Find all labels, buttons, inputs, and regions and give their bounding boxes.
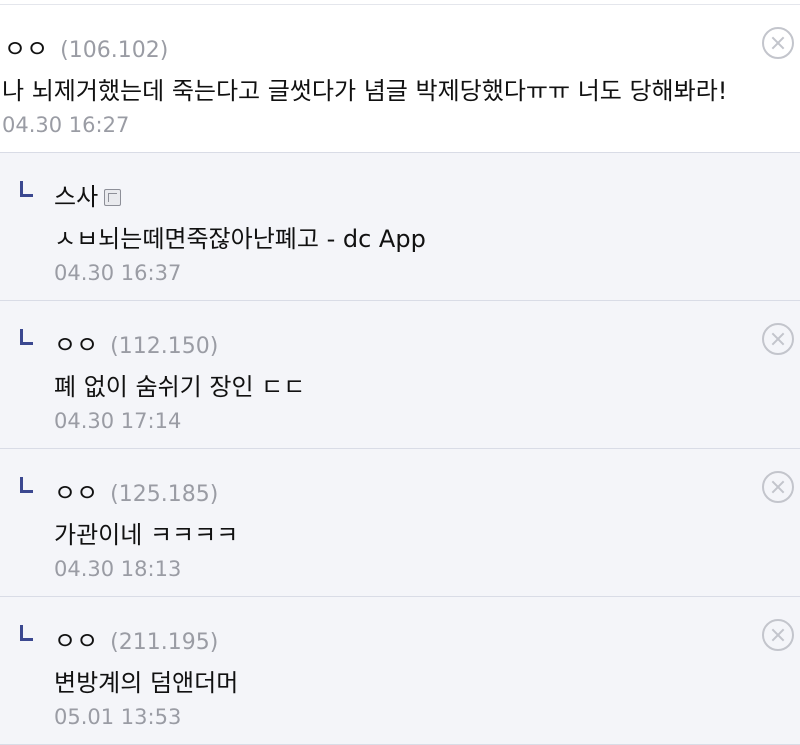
nickname[interactable]: 스사 [54, 177, 98, 212]
ip-address: (125.185) [110, 482, 219, 507]
ip-address: (112.150) [110, 334, 219, 359]
nickname[interactable]: ㅇㅇ [54, 621, 98, 656]
reply-item: ㅇㅇ (112.150) 폐 없이 숨쉬기 장인 ㄷㄷ 04.30 17:14 [0, 301, 800, 449]
comment-author: ㅇㅇ (106.102) [4, 29, 168, 64]
comment-text: 나 뇌제거했는데 죽는다고 글썻다가 념글 박제당했다ㅠㅠ 너도 당해봐라! [2, 77, 728, 105]
close-circle-icon[interactable] [762, 323, 794, 355]
fixed-nick-icon [104, 189, 122, 206]
nickname[interactable]: ㅇㅇ [54, 473, 98, 508]
close-circle-icon[interactable] [762, 619, 794, 651]
reply-arrow-icon [20, 477, 33, 493]
ip-address: (106.102) [60, 38, 169, 63]
close-circle-icon[interactable] [762, 27, 794, 59]
reply-arrow-icon [20, 329, 33, 345]
reply-item: ㅇㅇ (125.185) 가관이네 ㅋㅋㅋㅋ 04.30 18:13 [0, 449, 800, 597]
nickname[interactable]: ㅇㅇ [4, 29, 48, 64]
comment-date: 04.30 17:14 [54, 409, 182, 433]
reply-arrow-icon [20, 625, 33, 641]
close-circle-icon[interactable] [762, 471, 794, 503]
comment-text: 변방계의 덤앤더머 [54, 669, 239, 697]
comment-date: 04.30 18:13 [54, 557, 182, 581]
comment-text: ㅅㅂ뇌는떼면죽잖아난폐고 - dc App [54, 225, 426, 253]
comment-date: 05.01 13:53 [54, 705, 182, 729]
comment-date: 04.30 16:37 [54, 261, 182, 285]
nickname[interactable]: ㅇㅇ [54, 325, 98, 360]
comment-author: ㅇㅇ (112.150) [54, 325, 218, 360]
reply-item: ㅇㅇ (211.195) 변방계의 덤앤더머 05.01 13:53 [0, 597, 800, 745]
reply-arrow-icon [20, 181, 33, 197]
comment-author: 스사 [54, 177, 122, 212]
comment-author: ㅇㅇ (125.185) [54, 473, 218, 508]
comment-item: ㅇㅇ (106.102) 나 뇌제거했는데 죽는다고 글썻다가 념글 박제당했다… [0, 5, 800, 153]
comment-author: ㅇㅇ (211.195) [54, 621, 218, 656]
comment-date: 04.30 16:27 [2, 113, 130, 137]
comment-text: 가관이네 ㅋㅋㅋㅋ [54, 521, 239, 549]
reply-item: 스사 ㅅㅂ뇌는떼면죽잖아난폐고 - dc App 04.30 16:37 [0, 153, 800, 301]
comment-text: 폐 없이 숨쉬기 장인 ㄷㄷ [54, 373, 306, 401]
ip-address: (211.195) [110, 630, 219, 655]
